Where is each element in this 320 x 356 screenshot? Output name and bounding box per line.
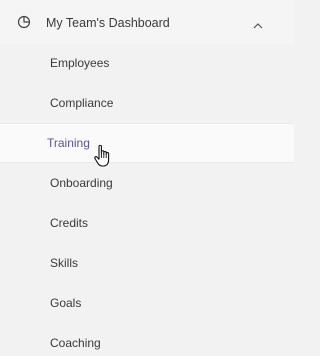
submenu-item-coaching[interactable]: Coaching (0, 323, 294, 356)
submenu-item-label: Compliance (50, 96, 114, 110)
my-teams-dashboard-header[interactable]: My Team's Dashboard (0, 0, 294, 44)
submenu-item-label: Goals (50, 296, 82, 310)
submenu-item-compliance[interactable]: Compliance (0, 83, 294, 123)
section-title: My Team's Dashboard (46, 16, 170, 30)
pie-chart-icon (17, 15, 31, 29)
submenu-item-employees[interactable]: Employees (0, 43, 294, 83)
submenu-item-label: Employees (50, 56, 110, 70)
chevron-up-icon[interactable] (252, 17, 264, 29)
submenu-item-label: Onboarding (50, 176, 113, 190)
submenu-item-label: Training (47, 136, 90, 150)
submenu-item-label: Skills (50, 256, 79, 270)
submenu-item-label: Credits (50, 216, 89, 230)
submenu-item-skills[interactable]: Skills (0, 243, 294, 283)
submenu-item-goals[interactable]: Goals (0, 283, 294, 323)
side-menu: My Team's Dashboard Employees Compliance… (0, 0, 294, 356)
submenu-item-training[interactable]: Training (0, 123, 294, 163)
submenu-item-label: Coaching (50, 336, 101, 350)
submenu-item-onboarding[interactable]: Onboarding (0, 163, 294, 203)
submenu-item-credits[interactable]: Credits (0, 203, 294, 243)
submenu-list: Employees Compliance Training Onboarding… (0, 43, 294, 356)
